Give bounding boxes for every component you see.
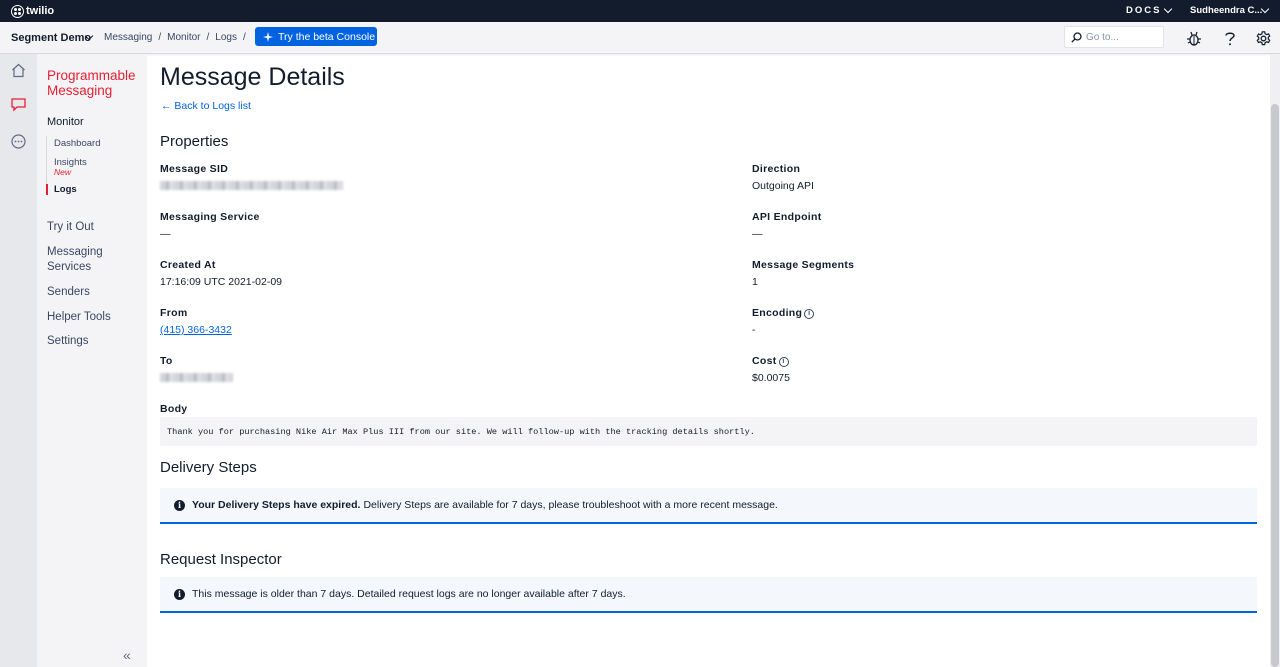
debugger-bug-icon[interactable] xyxy=(1187,31,1201,46)
search-box[interactable] xyxy=(1064,26,1164,48)
created-at-value: 17:16:09 UTC 2021-02-09 xyxy=(160,276,282,288)
direction-label: Direction xyxy=(752,163,801,175)
delivery-steps-notice: i Your Delivery Steps have expired. Deli… xyxy=(160,488,1257,524)
search-icon xyxy=(1071,31,1082,43)
to-label: To xyxy=(160,355,173,367)
breadcrumb: Messaging / Monitor / Logs / xyxy=(104,32,252,43)
api-endpoint-value: — xyxy=(752,228,763,240)
try-beta-console-button[interactable]: Try the beta Console xyxy=(255,27,377,46)
delivery-steps-heading: Delivery Steps xyxy=(160,459,257,476)
message-segments-label: Message Segments xyxy=(752,259,855,271)
search-input[interactable] xyxy=(1086,31,1158,43)
collapse-sidebar-icon[interactable]: « xyxy=(123,647,131,663)
sidebar-section-monitor[interactable]: Monitor xyxy=(47,116,84,128)
cost-label: Cost i xyxy=(752,355,789,367)
page-scrollbar[interactable] xyxy=(1270,54,1280,667)
top-navigation-bar: twilio DOCS Sudheendra C... xyxy=(0,0,1280,22)
breadcrumb-logs[interactable]: Logs xyxy=(215,32,237,43)
account-switcher[interactable]: Segment Demo xyxy=(11,32,91,44)
to-number-redacted xyxy=(160,373,233,382)
home-icon[interactable] xyxy=(11,63,26,78)
sidebar-item-try-it-out[interactable]: Try it Out xyxy=(47,220,94,235)
user-menu[interactable]: Sudheendra C... xyxy=(1190,5,1262,16)
direction-value: Outgoing API xyxy=(752,180,814,192)
info-icon[interactable]: i xyxy=(804,309,815,319)
sidebar-item-dashboard[interactable]: Dashboard xyxy=(47,138,141,149)
info-icon[interactable]: i xyxy=(778,357,789,367)
sidebar-item-logs[interactable]: Logs xyxy=(46,184,141,195)
inspector-notice-text: This message is older than 7 days. Detai… xyxy=(192,588,626,600)
encoding-label: Encoding i xyxy=(752,307,815,319)
chevron-down-icon[interactable] xyxy=(1163,4,1173,14)
info-icon: i xyxy=(174,588,185,600)
product-icon-rail xyxy=(0,54,37,667)
from-number-link[interactable]: (415) 366-3432 xyxy=(160,324,232,336)
console-header: Segment Demo Messaging / Monitor / Logs … xyxy=(0,22,1280,54)
api-endpoint-label: API Endpoint xyxy=(752,211,822,223)
delivery-notice-text: Delivery Steps are available for 7 days,… xyxy=(363,499,778,511)
sparkle-icon xyxy=(263,31,273,42)
messaging-service-value: — xyxy=(160,228,171,240)
breadcrumb-separator: / xyxy=(206,32,210,43)
monitor-submenu: Dashboard Insights New Logs xyxy=(46,136,141,195)
settings-gear-icon[interactable] xyxy=(1256,31,1271,46)
encoding-value: - xyxy=(752,324,756,336)
product-title[interactable]: Programmable Messaging xyxy=(47,68,142,98)
twilio-logo-icon xyxy=(11,4,24,18)
sidebar-item-senders[interactable]: Senders xyxy=(47,285,90,300)
info-icon: i xyxy=(174,499,185,511)
product-sidebar: Programmable Messaging Monitor Dashboard… xyxy=(37,54,147,667)
cost-value: $0.0075 xyxy=(752,372,790,384)
twilio-logo[interactable]: twilio xyxy=(11,4,55,18)
delivery-notice-bold: Your Delivery Steps have expired. xyxy=(192,499,361,511)
messaging-icon[interactable] xyxy=(11,97,26,112)
logo-text: twilio xyxy=(26,5,55,17)
body-label: Body xyxy=(160,403,188,415)
message-segments-value: 1 xyxy=(752,276,758,288)
message-sid-label: Message SID xyxy=(160,163,229,175)
scrollbar-thumb[interactable] xyxy=(1271,104,1279,667)
help-icon[interactable] xyxy=(1224,31,1236,46)
message-body: Thank you for purchasing Nike Air Max Pl… xyxy=(160,417,1257,446)
main-content: Message Details ← Back to Logs list Prop… xyxy=(147,54,1270,667)
message-sid-redacted xyxy=(160,181,343,190)
sidebar-item-messaging-services[interactable]: Messaging Services xyxy=(47,245,127,275)
page-title: Message Details xyxy=(160,63,345,91)
beta-button-label: Try the beta Console xyxy=(278,30,376,43)
request-inspector-heading: Request Inspector xyxy=(160,551,282,568)
breadcrumb-monitor[interactable]: Monitor xyxy=(167,32,200,43)
breadcrumb-separator: / xyxy=(158,32,162,43)
breadcrumb-separator: / xyxy=(242,32,246,43)
docs-menu[interactable]: DOCS xyxy=(1126,5,1161,16)
from-label: From xyxy=(160,307,188,319)
breadcrumb-messaging[interactable]: Messaging xyxy=(104,32,152,43)
properties-heading: Properties xyxy=(160,133,229,150)
more-products-icon[interactable] xyxy=(11,134,26,149)
request-inspector-notice: i This message is older than 7 days. Det… xyxy=(160,577,1257,613)
sidebar-item-helper-tools[interactable]: Helper Tools xyxy=(47,310,111,325)
encoding-label-text: Encoding xyxy=(752,307,803,319)
cost-label-text: Cost xyxy=(752,355,777,367)
new-badge: New xyxy=(54,167,72,177)
sidebar-item-settings[interactable]: Settings xyxy=(47,334,89,349)
created-at-label: Created At xyxy=(160,259,216,271)
messaging-service-label: Messaging Service xyxy=(160,211,260,223)
back-to-logs-link[interactable]: ← Back to Logs list xyxy=(161,100,251,112)
